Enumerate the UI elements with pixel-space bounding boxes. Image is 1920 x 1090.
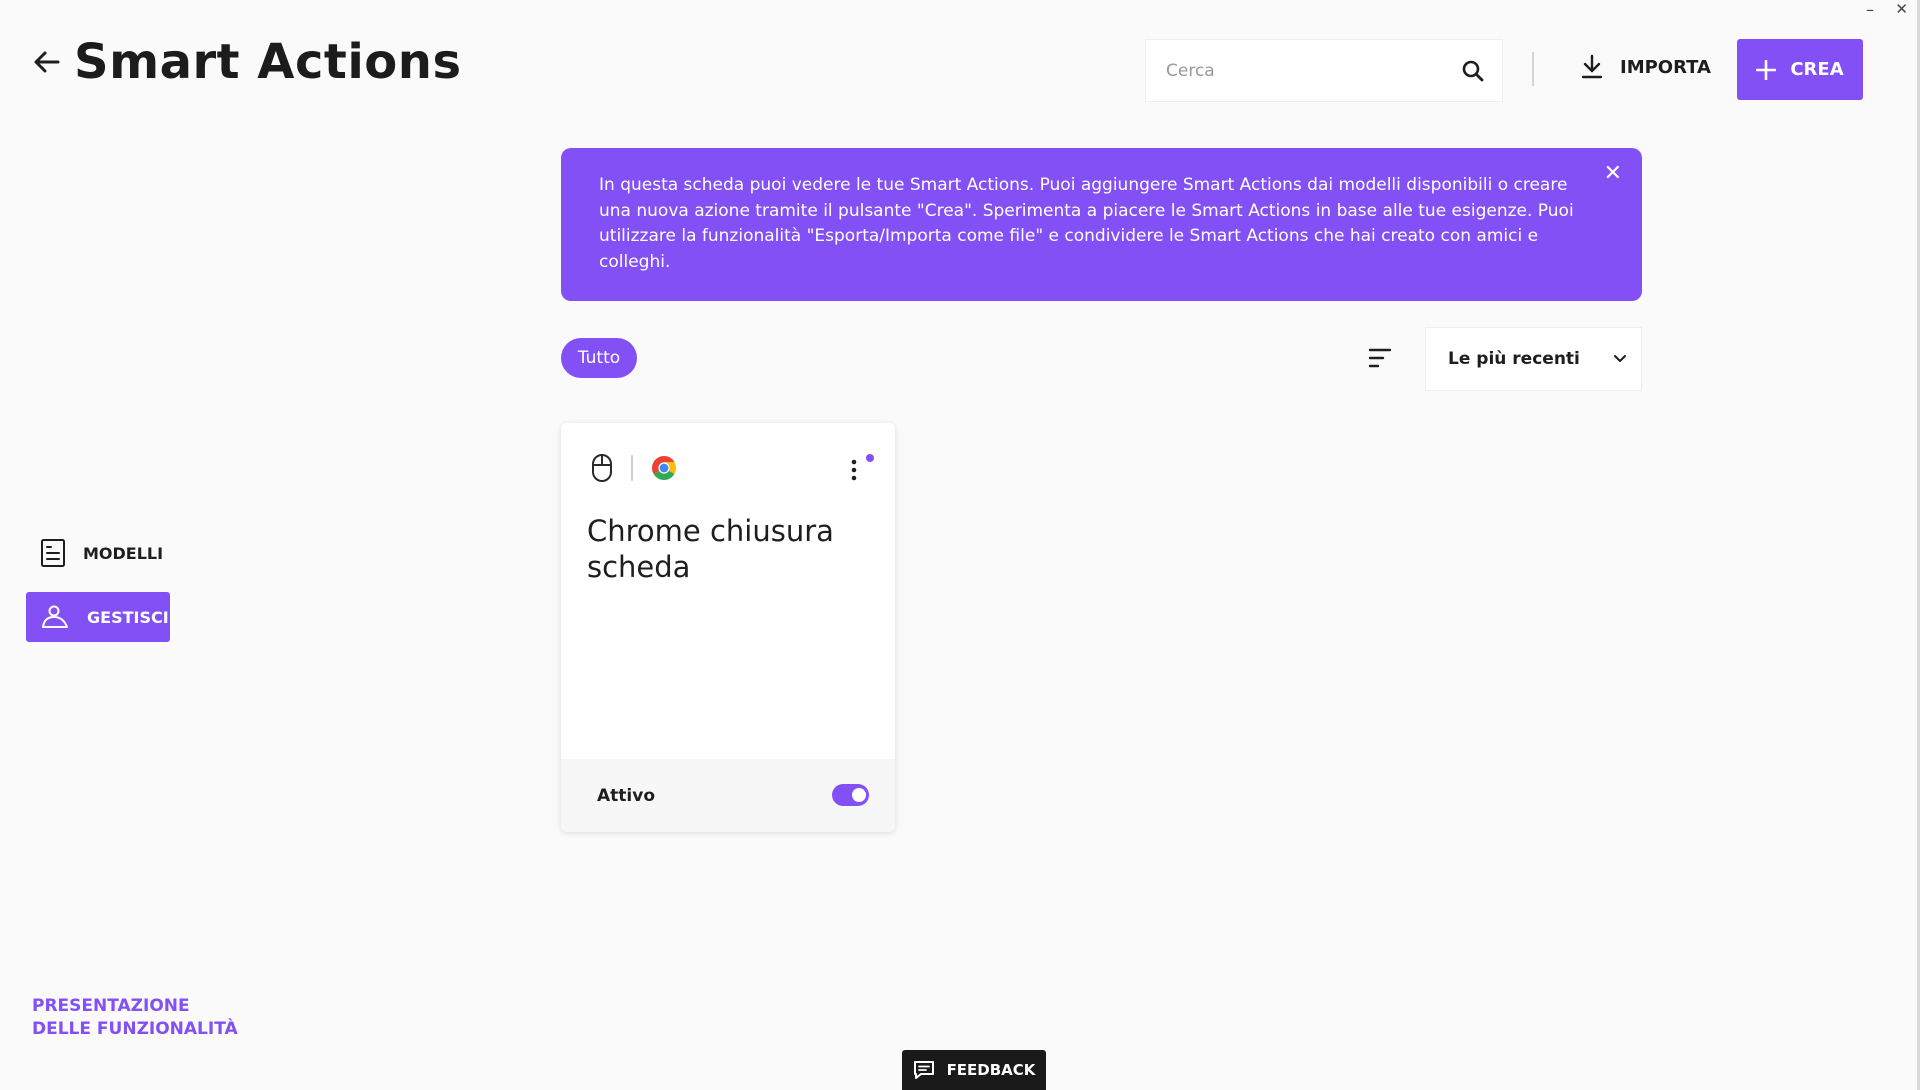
card-footer: Attivo <box>561 759 895 832</box>
minimize-button[interactable]: – <box>1866 2 1874 18</box>
sidebar-item-models[interactable]: MODELLI <box>26 528 170 578</box>
plus-icon <box>1756 59 1777 80</box>
back-button[interactable] <box>32 47 62 77</box>
banner-text: In questa scheda puoi vedere le tue Smar… <box>599 175 1574 272</box>
create-label: CREA <box>1790 59 1844 80</box>
sidebar-item-label: MODELLI <box>83 543 164 563</box>
more-options-icon[interactable] <box>851 459 857 481</box>
window-close-button[interactable]: ✕ <box>1895 1 1908 17</box>
sort-icon[interactable] <box>1368 347 1392 369</box>
arrow-left-icon <box>34 51 60 73</box>
card-title: Chrome chiusura scheda <box>587 514 834 584</box>
mouse-icon <box>592 454 612 482</box>
page-header: Smart Actions <box>32 34 462 90</box>
feature-tour-link[interactable]: PRESENTAZIONE DELLE FUNZIONALITÀ <box>32 995 252 1041</box>
card-icon-divider <box>631 455 633 481</box>
notification-dot <box>866 454 874 462</box>
feedback-button[interactable]: FEEDBACK <box>902 1050 1046 1090</box>
info-banner: In questa scheda puoi vedere le tue Smar… <box>561 148 1642 301</box>
chrome-icon <box>652 456 676 480</box>
search-icon[interactable] <box>1460 58 1486 84</box>
templates-icon <box>41 539 65 567</box>
feedback-label: FEEDBACK <box>946 1061 1036 1079</box>
manage-icon <box>42 605 68 628</box>
page-title: Smart Actions <box>74 34 462 90</box>
filter-chip-all[interactable]: Tutto <box>561 338 637 378</box>
sidebar-item-label: GESTISCI <box>87 607 169 627</box>
toolbar-divider <box>1532 52 1534 86</box>
card-icons <box>591 453 677 483</box>
search-input[interactable] <box>1166 60 1456 81</box>
chevron-down-icon <box>1614 355 1626 362</box>
create-button[interactable]: CREA <box>1737 39 1863 100</box>
close-icon[interactable]: ✕ <box>1604 162 1622 186</box>
active-toggle[interactable] <box>832 784 869 806</box>
sort-dropdown[interactable]: Le più recenti <box>1425 327 1642 391</box>
status-label: Attivo <box>597 785 655 806</box>
import-button[interactable]: IMPORTA <box>1580 54 1711 80</box>
import-label: IMPORTA <box>1620 56 1711 78</box>
search-box[interactable] <box>1145 39 1503 102</box>
feedback-icon <box>913 1061 934 1079</box>
smart-action-card[interactable]: Chrome chiusura scheda Attivo <box>561 423 895 832</box>
toggle-knob <box>852 788 866 802</box>
sort-selected-label: Le più recenti <box>1448 349 1580 369</box>
sidebar-item-manage[interactable]: GESTISCI <box>26 592 170 642</box>
download-icon <box>1581 54 1603 79</box>
